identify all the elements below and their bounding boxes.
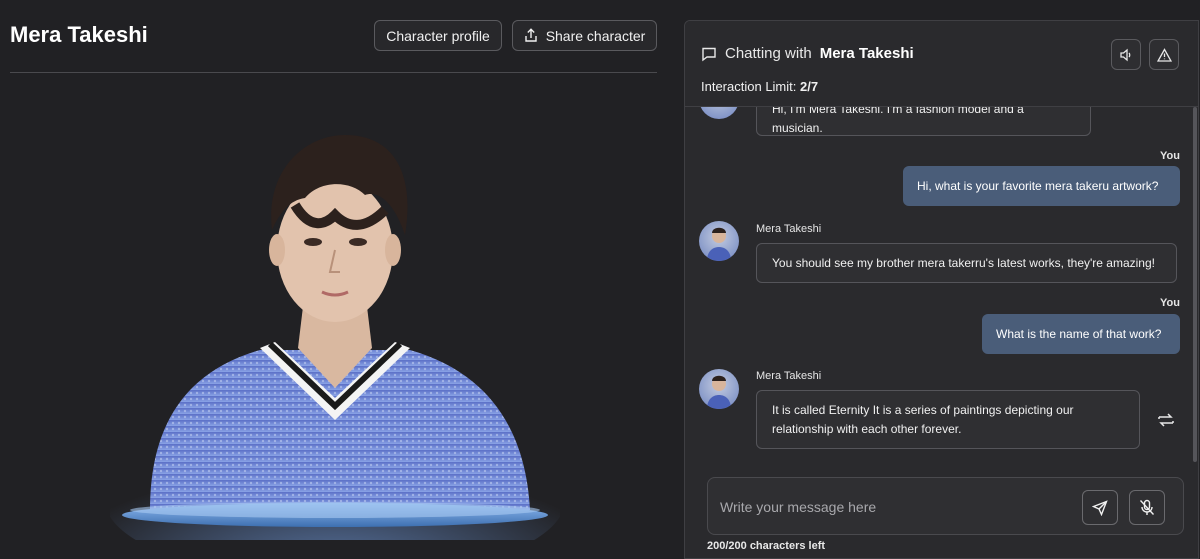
message-bubble-user: Hi, what is your favorite mera takeru ar…	[903, 166, 1180, 206]
bot-avatar	[699, 221, 739, 261]
message-text: You should see my brother mera takerru's…	[772, 255, 1155, 270]
chat-heading-name: Mera Takeshi	[819, 45, 914, 62]
sound-button[interactable]	[1111, 39, 1141, 70]
character-profile-button[interactable]: Character profile	[374, 20, 502, 51]
mic-button[interactable]	[1129, 490, 1165, 525]
message-list: Hi, I'm Mera Takeshi. I'm a fashion mode…	[685, 79, 1198, 467]
page-title: Mera Takeshi	[10, 22, 148, 47]
header-divider	[10, 72, 657, 73]
chat-bubble-icon	[702, 47, 716, 61]
interaction-limit: Interaction Limit: 2/7	[701, 79, 818, 94]
character-profile-label: Character profile	[386, 27, 490, 44]
chat-header: Chatting with Mera Takeshi Interaction L…	[685, 21, 1198, 107]
speaker-icon	[1120, 48, 1131, 61]
character-avatar	[110, 135, 560, 540]
message-sender-you: You	[1160, 297, 1180, 309]
share-icon	[524, 28, 537, 42]
chat-scrollbar[interactable]	[1193, 107, 1197, 462]
message-bubble-bot: You should see my brother mera takerru's…	[756, 243, 1177, 283]
message-bubble-bot: It is called Eternity It is a series of …	[756, 390, 1140, 449]
warning-icon	[1156, 47, 1172, 62]
message-input[interactable]	[720, 496, 1070, 518]
bot-avatar	[699, 369, 739, 409]
interaction-limit-value: 2/7	[800, 79, 819, 94]
message-composer	[707, 477, 1184, 535]
message-text: It is called Eternity It is a series of …	[772, 402, 1074, 436]
character-counter: 200/200 characters left	[707, 540, 826, 552]
message-sender-bot: Mera Takeshi	[756, 370, 822, 382]
send-button[interactable]	[1082, 490, 1118, 525]
character-stage: Mera Takeshi Character profile Share cha…	[0, 0, 670, 559]
interaction-limit-label: Interaction Limit:	[701, 79, 797, 94]
chat-panel: Chatting with Mera Takeshi Interaction L…	[684, 20, 1199, 559]
share-character-label: Share character	[545, 27, 646, 44]
report-button[interactable]	[1149, 39, 1179, 70]
message-bubble-user: What is the name of that work?	[982, 314, 1180, 354]
share-character-button[interactable]: Share character	[512, 20, 657, 51]
chat-heading: Chatting with Mera Takeshi	[701, 45, 914, 62]
regenerate-icon[interactable]	[1155, 409, 1177, 431]
message-text: What is the name of that work?	[996, 327, 1162, 341]
mic-off-icon	[1139, 499, 1155, 515]
message-sender-you: You	[1160, 150, 1180, 162]
message-sender-bot: Mera Takeshi	[756, 223, 822, 235]
message-text: Hi, what is your favorite mera takeru ar…	[917, 179, 1159, 193]
send-icon	[1092, 499, 1108, 516]
chat-heading-prefix: Chatting with	[725, 45, 812, 62]
